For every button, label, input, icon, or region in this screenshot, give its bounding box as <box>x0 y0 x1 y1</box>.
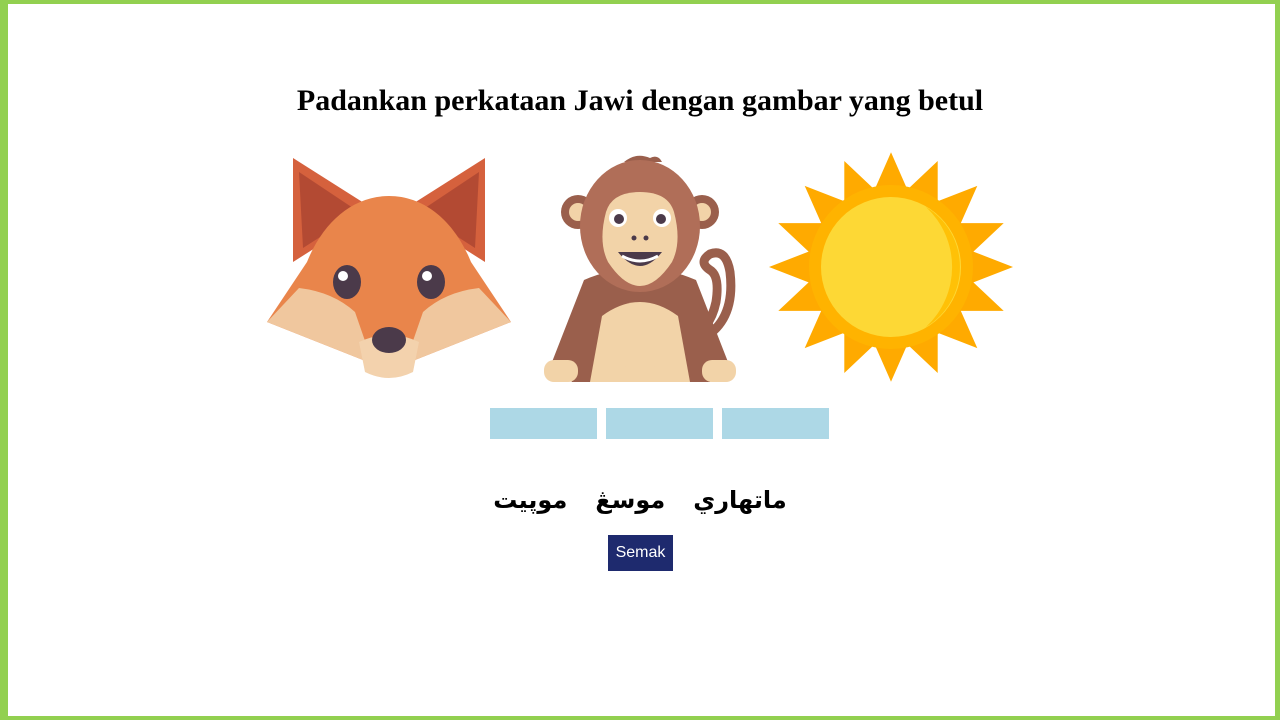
monkey-icon <box>544 155 736 382</box>
word-card[interactable]: ماتهاري <box>693 480 787 520</box>
fox-icon <box>267 158 511 378</box>
sun-icon <box>769 152 1013 382</box>
drop-zone-1[interactable] <box>490 408 597 439</box>
drop-zone-3[interactable] <box>722 408 829 439</box>
word-bank: ماتهاري موسڠ موپيت <box>0 480 1280 520</box>
drop-zone-2[interactable] <box>606 408 713 439</box>
word-card[interactable]: موسڠ <box>595 480 665 520</box>
check-button[interactable]: Semak <box>608 535 673 571</box>
word-card[interactable]: موپيت <box>493 480 567 520</box>
page-title: Padankan perkataan Jawi dengan gambar ya… <box>296 84 984 117</box>
